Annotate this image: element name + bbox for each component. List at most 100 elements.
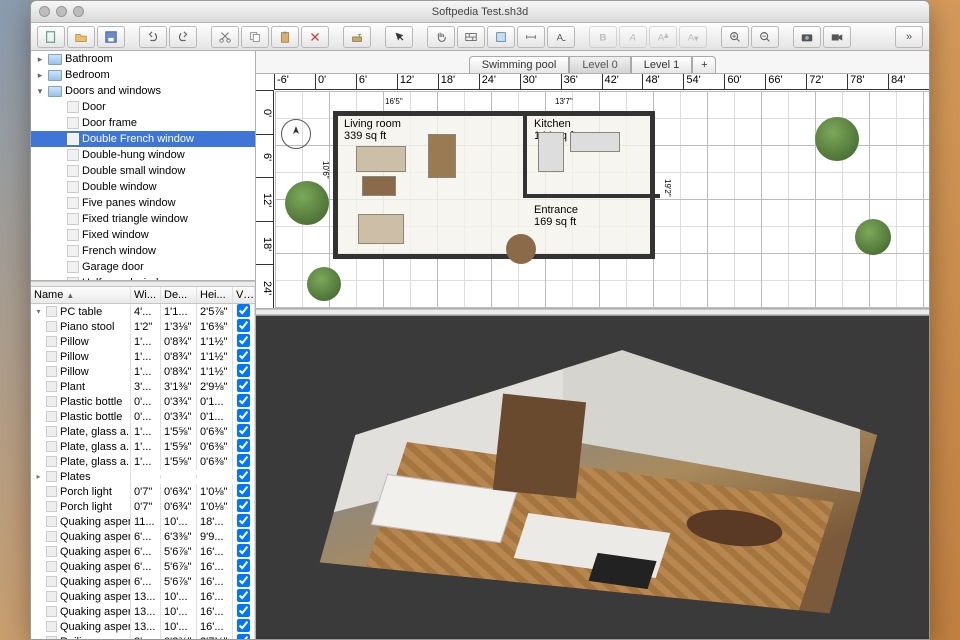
- round-table-plan[interactable]: [506, 234, 536, 264]
- cut-button[interactable]: [211, 26, 239, 48]
- text-tool-button[interactable]: A: [547, 26, 575, 48]
- close-icon[interactable]: [39, 6, 50, 17]
- furniture-row[interactable]: Quaking aspen11...10'...18'...: [31, 514, 255, 529]
- tree-icon[interactable]: [285, 181, 329, 225]
- minimize-icon[interactable]: [56, 6, 67, 17]
- save-button[interactable]: [97, 26, 125, 48]
- 3d-view[interactable]: [256, 315, 929, 639]
- plan-canvas[interactable]: Living room339 sq ft Kitchen144 sq ft En…: [275, 91, 929, 308]
- visible-checkbox[interactable]: [237, 559, 250, 572]
- fridge-plan[interactable]: [538, 132, 564, 172]
- copy-button[interactable]: [241, 26, 269, 48]
- catalog-item[interactable]: Fixed triangle window: [31, 211, 255, 227]
- visible-checkbox[interactable]: [237, 394, 250, 407]
- tab-level-0[interactable]: Level 0: [569, 56, 630, 73]
- furniture-row[interactable]: Quaking aspen6'...5'6⅞"16'...: [31, 559, 255, 574]
- house-outline[interactable]: Living room339 sq ft Kitchen144 sq ft En…: [333, 111, 655, 259]
- furniture-row[interactable]: Pillow1'...0'8¾"1'1½": [31, 364, 255, 379]
- tree-icon[interactable]: [307, 267, 341, 301]
- text-italic-button[interactable]: A: [619, 26, 647, 48]
- catalog-item[interactable]: Double-hung window: [31, 147, 255, 163]
- furniture-row[interactable]: Plate, glass a...1'...1'5⅝"0'6⅜": [31, 454, 255, 469]
- visible-checkbox[interactable]: [237, 364, 250, 377]
- furniture-row[interactable]: Quaking aspen6'...5'6⅞"16'...: [31, 574, 255, 589]
- select-tool-button[interactable]: [385, 26, 413, 48]
- furniture-row[interactable]: Plate, glass a...1'...1'5⅝"0'6⅜": [31, 439, 255, 454]
- visible-checkbox[interactable]: [237, 499, 250, 512]
- visible-checkbox[interactable]: [237, 319, 250, 332]
- cabinet-plan[interactable]: [428, 134, 456, 178]
- furniture-row[interactable]: Quaking aspen6'...5'6⅞"16'...: [31, 544, 255, 559]
- tree-icon[interactable]: [815, 117, 859, 161]
- counter-plan[interactable]: [570, 132, 620, 152]
- furniture-row[interactable]: Quaking aspen6'...6'3⅜"9'9...: [31, 529, 255, 544]
- visible-checkbox[interactable]: [237, 379, 250, 392]
- catalog-item[interactable]: Door frame: [31, 115, 255, 131]
- dining-plan[interactable]: [358, 214, 404, 244]
- col-depth[interactable]: De...: [161, 287, 197, 303]
- furniture-row[interactable]: Plate, glass a...1'...1'5⅝"0'6⅜": [31, 424, 255, 439]
- col-name[interactable]: Name ▲: [31, 287, 131, 303]
- furniture-list-header[interactable]: Name ▲ Wi... De... Hei... Vi...: [31, 287, 255, 304]
- furniture-row[interactable]: Porch light0'7"0'6¾"1'0⅛": [31, 484, 255, 499]
- visible-checkbox[interactable]: [237, 349, 250, 362]
- col-height[interactable]: Hei...: [197, 287, 233, 303]
- visible-checkbox[interactable]: [237, 574, 250, 587]
- table-plan[interactable]: [362, 176, 396, 196]
- redo-button[interactable]: [169, 26, 197, 48]
- wall-tool-button[interactable]: [457, 26, 485, 48]
- new-button[interactable]: [37, 26, 65, 48]
- visible-checkbox[interactable]: [237, 589, 250, 602]
- visible-checkbox[interactable]: [237, 544, 250, 557]
- zoom-out-button[interactable]: [751, 26, 779, 48]
- furniture-row[interactable]: Railing3'...0'3⅜"2'7⅛": [31, 634, 255, 639]
- tab-level-1[interactable]: Level 1: [631, 56, 692, 73]
- furniture-row[interactable]: Pillow1'...0'8¾"1'1½": [31, 349, 255, 364]
- visible-checkbox[interactable]: [237, 469, 250, 482]
- catalog-category[interactable]: ▾Doors and windows: [31, 83, 255, 99]
- text-decrease-button[interactable]: A▾: [679, 26, 707, 48]
- catalog-item[interactable]: Fixed window: [31, 227, 255, 243]
- sofa-plan[interactable]: [356, 146, 406, 172]
- delete-button[interactable]: [301, 26, 329, 48]
- video-button[interactable]: [823, 26, 851, 48]
- tree-icon[interactable]: [855, 219, 891, 255]
- visible-checkbox[interactable]: [237, 529, 250, 542]
- furniture-row[interactable]: ▾PC table4'...1'1...2'5⅞": [31, 304, 255, 319]
- furniture-row[interactable]: Porch light0'7"0'6¾"1'0⅛": [31, 499, 255, 514]
- col-width[interactable]: Wi...: [131, 287, 161, 303]
- col-visible[interactable]: Vi...: [233, 287, 255, 303]
- visible-checkbox[interactable]: [237, 409, 250, 422]
- tab-add-level[interactable]: +: [692, 56, 716, 73]
- visible-checkbox[interactable]: [237, 439, 250, 452]
- room-tool-button[interactable]: [487, 26, 515, 48]
- catalog-item[interactable]: Door: [31, 99, 255, 115]
- catalog-item[interactable]: Garage door: [31, 259, 255, 275]
- furniture-row[interactable]: Pillow1'...0'8¾"1'1½": [31, 334, 255, 349]
- furniture-row[interactable]: Plastic bottle0'...0'3¾"0'1...: [31, 394, 255, 409]
- visible-checkbox[interactable]: [237, 484, 250, 497]
- photo-button[interactable]: [793, 26, 821, 48]
- toolbar-overflow-button[interactable]: »: [895, 26, 923, 48]
- open-button[interactable]: [67, 26, 95, 48]
- visible-checkbox[interactable]: [237, 424, 250, 437]
- pan-tool-button[interactable]: [427, 26, 455, 48]
- visible-checkbox[interactable]: [237, 454, 250, 467]
- tab-swimming-pool[interactable]: Swimming pool: [469, 56, 570, 73]
- add-furniture-button[interactable]: [343, 26, 371, 48]
- visible-checkbox[interactable]: [237, 514, 250, 527]
- paste-button[interactable]: [271, 26, 299, 48]
- furniture-row[interactable]: Piano stool1'2"1'3⅛"1'6⅜": [31, 319, 255, 334]
- catalog-item[interactable]: French window: [31, 243, 255, 259]
- catalog-category[interactable]: ▸Bedroom: [31, 67, 255, 83]
- catalog-item[interactable]: Double window: [31, 179, 255, 195]
- visible-checkbox[interactable]: [237, 604, 250, 617]
- furniture-list[interactable]: Name ▲ Wi... De... Hei... Vi... ▾PC tabl…: [31, 287, 255, 639]
- furniture-row[interactable]: Quaking aspen13...10'...16'...: [31, 619, 255, 634]
- undo-button[interactable]: [139, 26, 167, 48]
- visible-checkbox[interactable]: [237, 619, 250, 632]
- visible-checkbox[interactable]: [237, 634, 250, 640]
- text-bold-button[interactable]: B: [589, 26, 617, 48]
- compass-icon[interactable]: [281, 119, 311, 149]
- catalog-item[interactable]: Double French window: [31, 131, 255, 147]
